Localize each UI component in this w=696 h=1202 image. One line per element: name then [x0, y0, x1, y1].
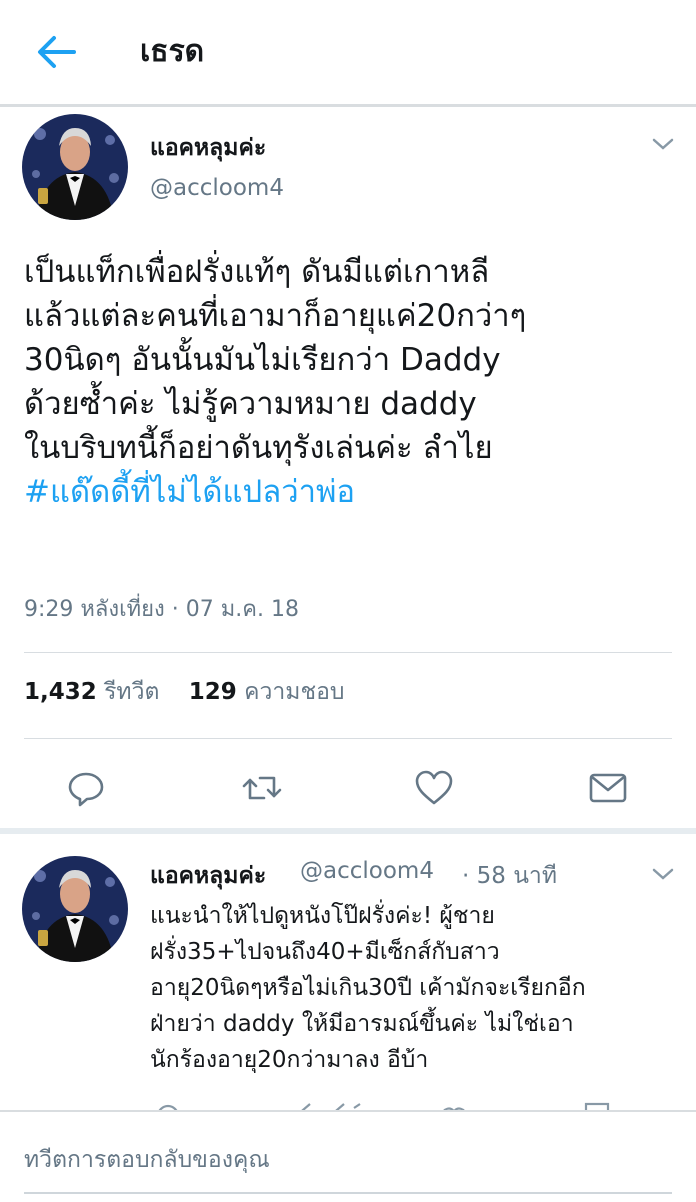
section-separator [0, 828, 696, 834]
reply-composer: ทวีตการตอบกลับของคุณ [0, 1110, 696, 1202]
like-label[interactable]: ความชอบ [244, 679, 344, 705]
reply-line: ฝรั่ง35+ไปจนถึง40+มีเซ็กส์กับสาว [150, 939, 500, 965]
reply-text: แนะนำให้ไปดูหนังโป๊ฝรั่งค่ะ! ผู้ชาย ฝรั่… [150, 898, 680, 1078]
reply-time: · 58 นาที [462, 863, 557, 889]
hashtag-link[interactable]: #แด๊ดดี้ที่ไม่ได้แปลว่าพ่อ [24, 470, 674, 514]
page-title: เธรด [140, 34, 205, 69]
tweet-line: ในบริบทนี้ก็อย่าดันทุรังเล่นค่ะ ลำไย [24, 430, 493, 466]
author-name[interactable]: แอคหลุมค่ะ [150, 130, 266, 166]
avatar-image [22, 856, 128, 962]
reply-icon[interactable] [66, 768, 106, 808]
top-bar: เธรด [0, 0, 696, 107]
retweet-count[interactable]: 1,432 [24, 679, 97, 705]
author-handle[interactable]: @accloom4 [150, 175, 284, 201]
reply-line: อายุ20นิดๆหรือไม่เกิน30ปี เค้ามักจะเรียก… [150, 975, 586, 1001]
reply-line: นักร้องอายุ20กว่ามาลง อีบ้า [150, 1047, 429, 1073]
avatar[interactable] [22, 114, 128, 220]
input-underline [24, 1192, 672, 1194]
back-arrow-icon[interactable] [34, 32, 78, 72]
tweet-line: 30นิดๆ อันนั้นมันไม่เรียกว่า Daddy [24, 342, 501, 378]
chevron-down-icon[interactable] [651, 136, 675, 152]
avatar-image [22, 114, 128, 220]
chevron-down-icon[interactable] [651, 866, 675, 882]
tweet-text: เป็นแท็กเพื่อฝรั่งแท้ๆ ดันมีแต่เกาหลี แล… [24, 250, 674, 514]
avatar[interactable] [22, 856, 128, 962]
retweet-label[interactable]: รีทวีต [104, 679, 159, 705]
retweet-icon[interactable] [242, 768, 282, 808]
tweet-line: แล้วแต่ละคนที่เอามาก็อายุแค่20กว่าๆ [24, 298, 527, 334]
reply-line: ฝ่ายว่า daddy ให้มีอารมณ์ขึ้นค่ะ ไม่ใช่เ… [150, 1011, 574, 1037]
message-icon[interactable] [588, 768, 628, 808]
like-count[interactable]: 129 [189, 679, 237, 705]
tweet-line: เป็นแท็กเพื่อฝรั่งแท้ๆ ดันมีแต่เกาหลี [24, 254, 490, 290]
tweet-timestamp: 9:29 หลังเที่ยง · 07 ม.ค. 18 [24, 597, 299, 622]
like-icon[interactable] [414, 768, 454, 808]
reply-author-name[interactable]: แอคหลุมค่ะ [150, 858, 266, 894]
reply-author-handle[interactable]: @accloom4 [300, 858, 434, 884]
tweet-line: ด้วยซ้ำค่ะ ไม่รู้ความหมาย daddy [24, 386, 477, 422]
tweet-actions [0, 760, 696, 816]
reply-input[interactable]: ทวีตการตอบกลับของคุณ [24, 1142, 270, 1178]
divider [24, 738, 672, 739]
tweet-stats: 1,432 รีทวีต 129 ความชอบ [24, 674, 367, 710]
reply-line: แนะนำให้ไปดูหนังโป๊ฝรั่งค่ะ! ผู้ชาย [150, 903, 495, 929]
divider [24, 652, 672, 653]
